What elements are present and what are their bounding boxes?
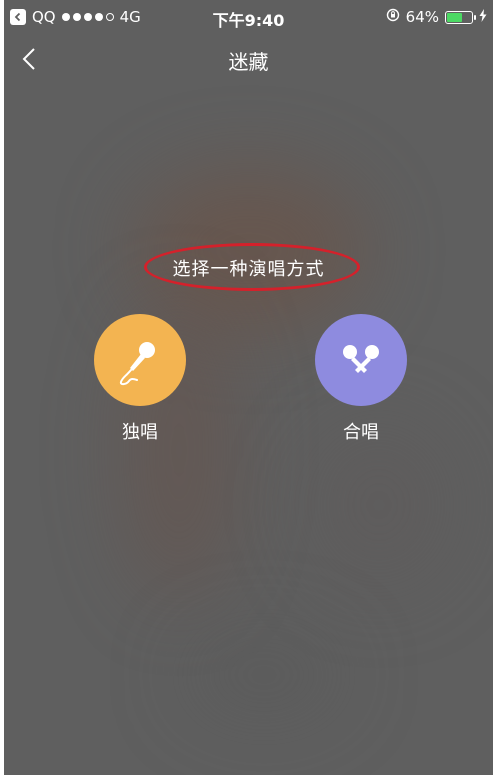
solo-label[interactable]: 独唱: [85, 418, 195, 444]
battery-fill: [447, 12, 463, 22]
blurred-background: [184, 630, 344, 720]
chorus-option-button[interactable]: 合唱: [306, 314, 416, 444]
orientation-lock-icon: [386, 8, 400, 26]
nav-bar: 迷藏: [4, 34, 493, 84]
chorus-label[interactable]: 合唱: [306, 418, 416, 444]
blurred-background: [304, 420, 454, 590]
status-right: 64%: [386, 8, 487, 26]
status-bar: QQ 4G 下午9:40 64%: [4, 0, 493, 34]
solo-option-button[interactable]: 独唱: [85, 314, 195, 444]
singing-mode-prompt: 选择一种演唱方式: [172, 259, 325, 280]
battery-percent: 64%: [405, 8, 439, 26]
app-screen: QQ 4G 下午9:40 64% 迷藏 选择一种演唱方式 独唱 合唱: [4, 0, 493, 775]
page-title: 迷藏: [228, 50, 269, 74]
microphone-icon[interactable]: [94, 314, 186, 406]
two-microphones-icon[interactable]: [315, 314, 407, 406]
battery-icon: [445, 10, 476, 24]
charging-bolt-icon: [479, 8, 487, 26]
